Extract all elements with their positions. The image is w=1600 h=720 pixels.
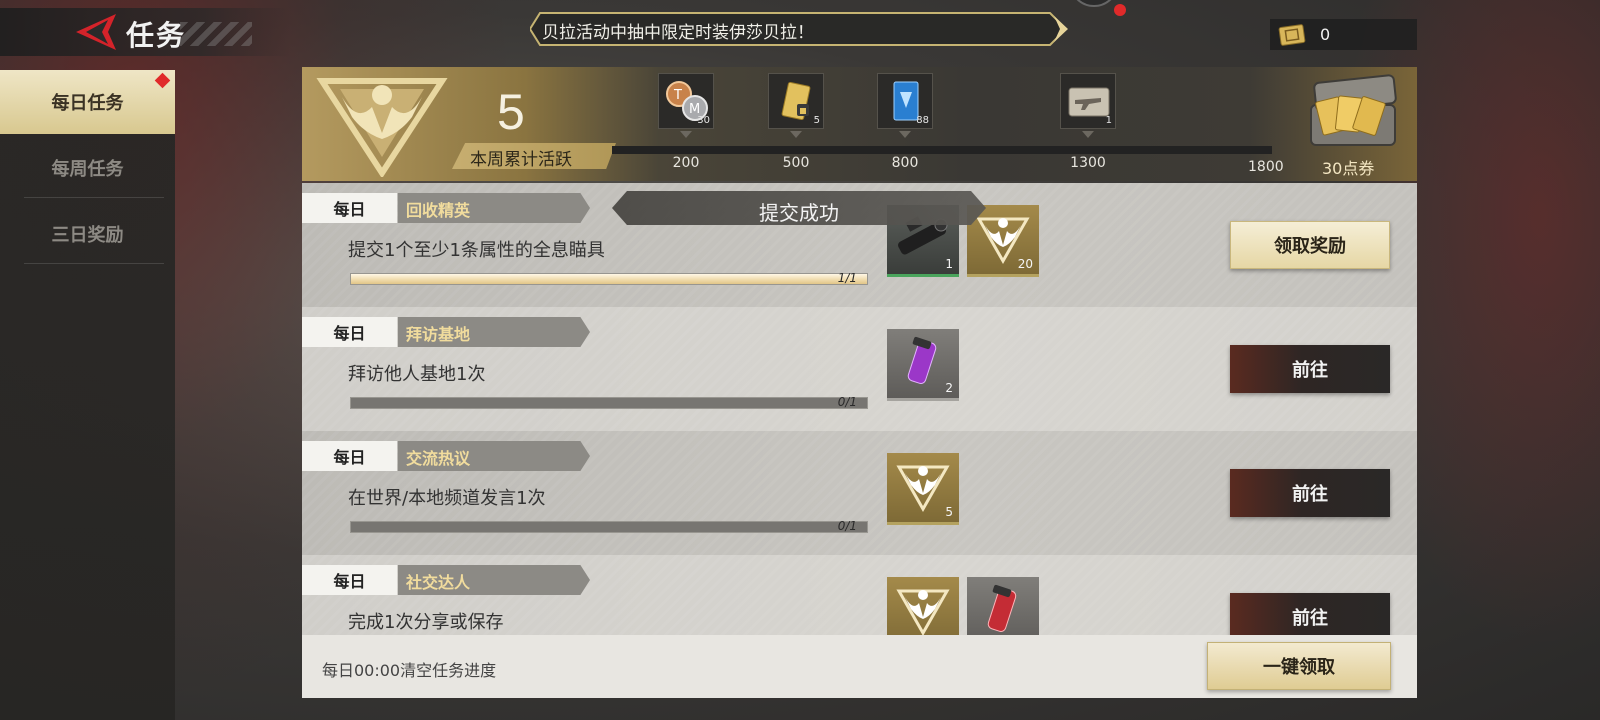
activity-progress-track bbox=[612, 146, 1272, 154]
milestone-threshold: 500 bbox=[782, 155, 810, 171]
milestone-threshold: 200 bbox=[672, 155, 700, 171]
sidebar-item-label: 每日任务 bbox=[51, 93, 124, 114]
claim-all-button[interactable]: 一键领取 bbox=[1207, 642, 1391, 690]
activity-current-value: 5 bbox=[497, 84, 525, 140]
milestone-reward-200[interactable]: T M 30 bbox=[658, 73, 714, 129]
svg-text:T: T bbox=[673, 88, 682, 103]
quest-progress-text: 0/1 bbox=[837, 395, 857, 409]
quest-progress-bar: 0/1 bbox=[350, 395, 868, 409]
milestone-caret bbox=[899, 131, 911, 138]
sidebar-item-daily[interactable]: 每日任务 bbox=[0, 70, 175, 134]
title-stripes bbox=[180, 22, 252, 46]
milestone-count: 30 bbox=[697, 115, 710, 126]
sidebar: 每日任务 每周任务 三日奖励 bbox=[0, 70, 175, 720]
quest-progress-text: 0/1 bbox=[837, 519, 857, 533]
sidebar-item-three-day[interactable]: 三日奖励 bbox=[0, 202, 175, 266]
milestone-count: 5 bbox=[813, 115, 820, 126]
quest-progress-text: 1/1 bbox=[837, 271, 857, 285]
quest-row: 每日 回收精英 提交1个至少1条属性的全息瞄具 1/1 1 20 领取奖励 提交… bbox=[302, 183, 1417, 307]
sidebar-divider bbox=[24, 197, 164, 198]
quest-description: 在世界/本地频道发言1次 bbox=[348, 488, 546, 509]
milestone-count: 88 bbox=[916, 115, 929, 126]
activity-emblem-icon bbox=[316, 78, 448, 177]
milestone-caret bbox=[790, 131, 802, 138]
quest-name: 拜访基地 bbox=[406, 325, 471, 344]
gold-ticket-currency-icon bbox=[1278, 24, 1306, 46]
reward-item[interactable]: 5 bbox=[887, 453, 959, 525]
milestone-threshold: 800 bbox=[891, 155, 919, 171]
sidebar-item-label: 每周任务 bbox=[51, 159, 124, 180]
currency-value: 0 bbox=[1320, 25, 1331, 44]
quest-description: 完成1次分享或保存 bbox=[348, 612, 504, 633]
quest-progress-bar: 1/1 bbox=[350, 271, 868, 285]
sidebar-item-label: 三日奖励 bbox=[51, 225, 124, 246]
milestone-reward-1300[interactable]: 1 bbox=[1060, 73, 1116, 129]
quest-list: 每日 回收精英 提交1个至少1条属性的全息瞄具 1/1 1 20 领取奖励 提交… bbox=[302, 183, 1417, 635]
claim-reward-button[interactable]: 领取奖励 bbox=[1230, 221, 1390, 269]
quest-name: 社交达人 bbox=[406, 573, 471, 592]
reset-note: 每日00:00清空任务进度 bbox=[322, 661, 497, 680]
quest-frequency-badge: 每日 bbox=[302, 441, 397, 471]
quest-description: 提交1个至少1条属性的全息瞄具 bbox=[348, 240, 605, 261]
milestone-reward-800[interactable]: 88 bbox=[877, 73, 933, 129]
quest-row: 每日 交流热议 在世界/本地频道发言1次 0/1 5 前往 bbox=[302, 431, 1417, 555]
reward-item[interactable] bbox=[967, 577, 1039, 635]
coupon-chest-icon[interactable] bbox=[1297, 69, 1407, 154]
milestone-count: 1 bbox=[1105, 115, 1112, 126]
currency-box: 0 bbox=[1270, 19, 1417, 50]
quest-row: 每日 拜访基地 拜访他人基地1次 0/1 2 前往 bbox=[302, 307, 1417, 431]
milestone-reward-500[interactable]: 5 bbox=[768, 73, 824, 129]
quest-frequency-badge: 每日 bbox=[302, 565, 397, 595]
quest-progress-fill bbox=[351, 274, 867, 284]
activity-label: 本周累计活跃 bbox=[470, 150, 572, 170]
quest-description: 拜访他人基地1次 bbox=[348, 364, 486, 385]
reward-count: 20 bbox=[1017, 257, 1033, 271]
quest-progress-bar: 0/1 bbox=[350, 519, 868, 533]
toast-text: 提交成功 bbox=[759, 201, 839, 225]
reward-count: 5 bbox=[945, 505, 953, 519]
go-button[interactable]: 前往 bbox=[1230, 593, 1390, 635]
quest-name: 回收精英 bbox=[406, 201, 471, 220]
activity-header: 5 本周累计活跃 T M 30 200 5 500 88 800 1 1300 … bbox=[302, 67, 1417, 181]
page-title: 任务 bbox=[126, 19, 187, 52]
top-dial-icon bbox=[1066, 0, 1128, 16]
sidebar-divider bbox=[24, 263, 164, 264]
quest-row: 每日 社交达人 完成1次分享或保存 前往 bbox=[302, 555, 1417, 635]
reward-item[interactable]: 2 bbox=[887, 329, 959, 401]
milestone-caret bbox=[680, 131, 692, 138]
red-vial-icon bbox=[987, 584, 1017, 632]
sidebar-item-weekly[interactable]: 每周任务 bbox=[0, 136, 175, 200]
reward-item[interactable] bbox=[887, 577, 959, 635]
notification-dot-icon bbox=[154, 72, 171, 89]
reward-count: 2 bbox=[945, 381, 953, 395]
go-button[interactable]: 前往 bbox=[1230, 345, 1390, 393]
final-milestone-threshold: 1800 bbox=[1248, 159, 1284, 175]
back-arrow-icon[interactable] bbox=[72, 12, 118, 52]
marquee-text: 贝拉活动中抽中限定时装伊莎贝拉！ bbox=[542, 23, 814, 43]
quest-name: 交流热议 bbox=[406, 449, 471, 468]
submit-success-toast: 提交成功 bbox=[612, 191, 986, 225]
activity-emblem-icon bbox=[896, 589, 950, 635]
milestone-threshold: 1300 bbox=[1070, 155, 1106, 171]
milestone-caret bbox=[1082, 131, 1094, 138]
marquee-banner: 贝拉活动中抽中限定时装伊莎贝拉！ bbox=[530, 12, 1070, 46]
final-reward-label: 30点券 bbox=[1322, 159, 1375, 178]
quest-frequency-badge: 每日 bbox=[302, 317, 397, 347]
quest-frequency-badge: 每日 bbox=[302, 193, 397, 223]
footer-bar: 每日00:00清空任务进度 一键领取 bbox=[302, 635, 1417, 698]
reward-count: 1 bbox=[945, 257, 953, 271]
go-button[interactable]: 前往 bbox=[1230, 469, 1390, 517]
